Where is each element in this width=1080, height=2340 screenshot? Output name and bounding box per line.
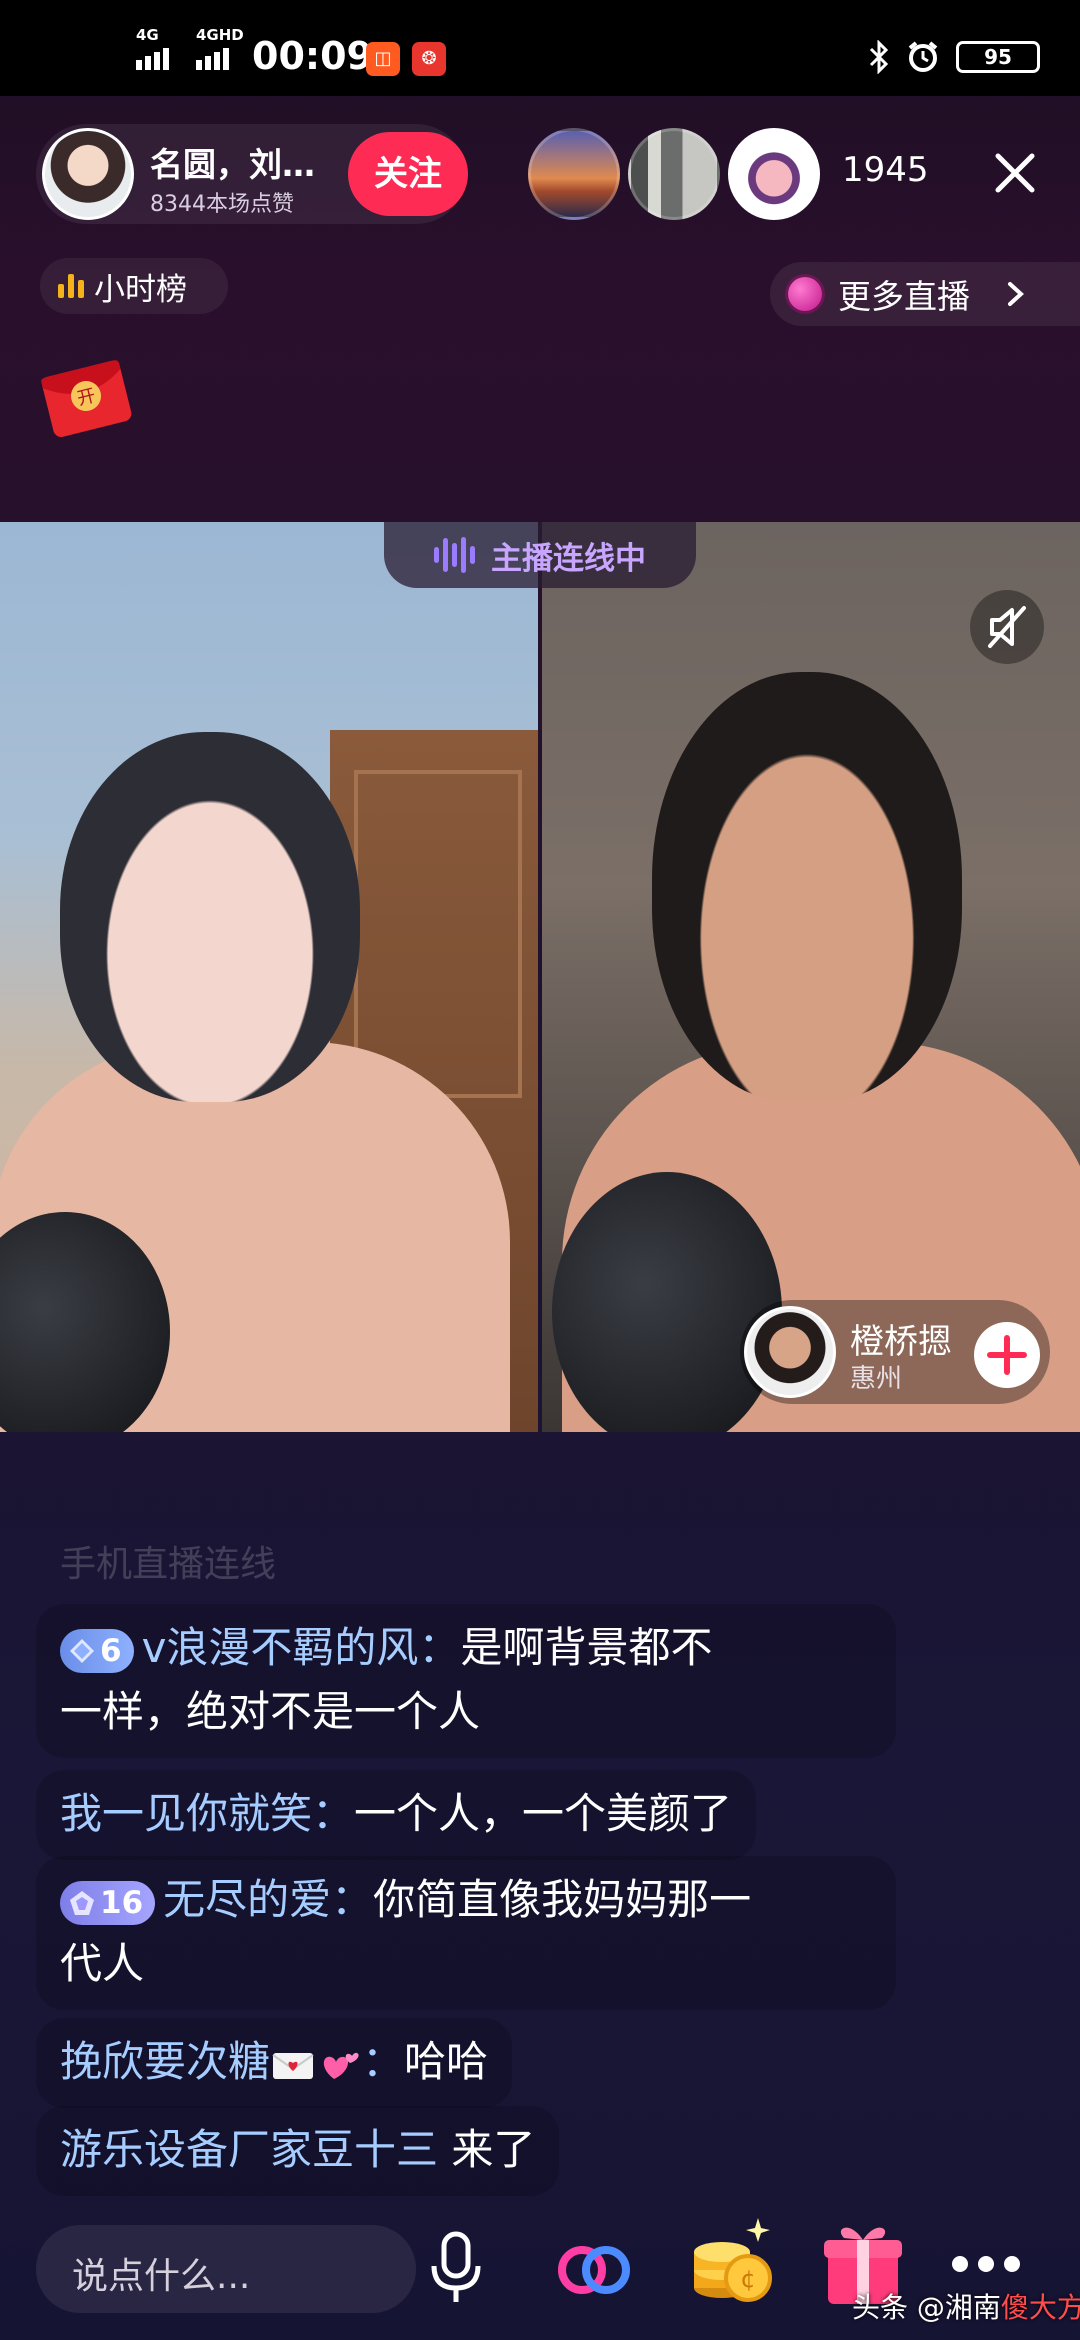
comment-text: 一样，绝对不是一个人 (60, 1687, 481, 1736)
host-face (60, 732, 360, 1102)
envelope-emoji (272, 2052, 314, 2079)
guest-name: 橙桥摁 (850, 1322, 952, 1362)
comment-text: 代人 (60, 1939, 145, 1988)
more-live-button[interactable]: 更多直播 (770, 262, 1080, 326)
watermark: 头条 @湘南傻大方 (852, 2291, 1080, 2324)
viewer-avatar[interactable] (628, 128, 720, 220)
battery-indicator: 95 (956, 41, 1040, 73)
comment-username[interactable]: 无尽的爱： (163, 1875, 373, 1924)
comment-item[interactable]: 16 无尽的爱：你简直像我妈妈那一 代人 (36, 1856, 896, 2010)
planet-icon (788, 277, 822, 311)
level-badge: 16 (60, 1880, 156, 1925)
diamond-badge-icon (70, 1638, 94, 1663)
comment-faded: 手机直播连线 (60, 1544, 277, 1585)
bluetooth-icon (869, 40, 889, 74)
diamond-badge-icon (70, 1890, 94, 1915)
comment-text: 来了 (438, 2125, 536, 2174)
linking-label: 主播连线中 (491, 540, 646, 577)
comment-item[interactable]: 我一见你就笑：一个人，一个美颜了 (36, 1770, 757, 1860)
signal-label: 4G (136, 26, 159, 44)
rank-bars-icon (58, 274, 84, 298)
status-bar: 4G 4GHD 00:09 ◫ ❂ 95 (0, 0, 1080, 96)
host-video[interactable] (0, 522, 538, 1432)
app-notification-icon: ◫ (366, 42, 400, 76)
guest-info[interactable]: 橙桥摁 惠州 (740, 1300, 1050, 1404)
chevron-right-icon (1008, 282, 1024, 306)
comment-input-placeholder: 说点什么... (72, 2256, 251, 2297)
svg-text:¢: ¢ (740, 2265, 755, 2293)
sound-wave-icon (434, 537, 475, 573)
host-likes: 8344本场点赞 (150, 192, 294, 217)
signal-icon: 4GHD (196, 26, 244, 70)
coins-icon[interactable]: ¢ (680, 2208, 776, 2308)
status-right: 95 (868, 40, 1040, 74)
signal-label: 4GHD (196, 26, 244, 44)
comment-item[interactable]: 6 v浪漫不羁的风：是啊背景都不 一样，绝对不是一个人 (36, 1604, 896, 1758)
mute-icon[interactable] (970, 590, 1044, 664)
comment-item[interactable]: 挽欣要次糖 ：哈哈 (36, 2018, 513, 2108)
signal-icon: 4G (136, 26, 169, 70)
clock: 00:09 (252, 34, 373, 78)
comment-text: 是啊背景都不 (460, 1623, 713, 1672)
hearts-emoji (323, 2052, 359, 2079)
rank-label: 小时榜 (94, 271, 187, 308)
comment-text: 你简直像我妈妈那一 (373, 1875, 752, 1924)
close-icon[interactable] (990, 148, 1040, 198)
comment-text: 一个人，一个美颜了 (354, 1789, 733, 1838)
comment-username[interactable]: 游乐设备厂家豆十三 (60, 2125, 438, 2174)
comment-username[interactable]: 挽欣要次糖： (60, 2037, 404, 2086)
viewer-avatar[interactable] (728, 128, 820, 220)
comment-username[interactable]: v浪漫不羁的风： (142, 1623, 461, 1672)
plus-icon[interactable] (974, 1322, 1040, 1388)
linking-indicator: 主播连线中 (384, 522, 696, 588)
comment-text: 哈哈 (404, 2037, 489, 2086)
host-avatar[interactable] (42, 128, 134, 220)
comment-username[interactable]: 我一见你就笑： (60, 1789, 354, 1838)
follow-button[interactable]: 关注 (348, 132, 468, 216)
hourly-rank-button[interactable]: 小时榜 (40, 258, 228, 314)
comment-item[interactable]: 游乐设备厂家豆十三 来了 (36, 2106, 560, 2196)
guest-city: 惠州 (850, 1364, 903, 1394)
guest-face (652, 672, 962, 1102)
red-packet-icon[interactable]: 开 (36, 348, 136, 444)
app-notification-icon: ❂ (412, 42, 446, 76)
comment-input[interactable]: 说点什么... (36, 2225, 416, 2313)
viewer-count[interactable]: 1945 (842, 150, 929, 190)
more-icon[interactable] (952, 2244, 1032, 2284)
level-badge: 6 (60, 1628, 134, 1673)
viewer-avatar[interactable] (528, 128, 620, 220)
more-live-label: 更多直播 (838, 277, 970, 316)
mic-icon[interactable] (424, 2230, 488, 2308)
guest-avatar[interactable] (744, 1306, 836, 1398)
host-name: 名圆，刘… (150, 145, 315, 184)
video-area[interactable] (0, 522, 1080, 1432)
link-icon[interactable] (552, 2230, 636, 2308)
alarm-icon (908, 41, 938, 72)
